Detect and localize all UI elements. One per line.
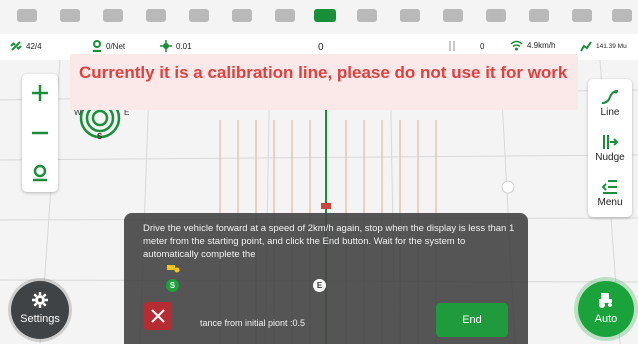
- nudge-button[interactable]: Nudge: [588, 126, 632, 170]
- led-indicator: [357, 9, 377, 22]
- satellite-icon: [10, 41, 22, 51]
- area-icon: [580, 41, 592, 52]
- led-indicator: [572, 9, 592, 22]
- accuracy-value: 0.01: [176, 41, 192, 51]
- heading-status: 0: [318, 42, 324, 53]
- zoom-out-button[interactable]: [22, 114, 58, 152]
- settings-button[interactable]: Settings: [11, 281, 69, 339]
- settings-label: Settings: [20, 313, 60, 325]
- minus-icon: [32, 131, 48, 135]
- accuracy-status: 0.01: [160, 40, 192, 52]
- menu-icon: [601, 179, 617, 194]
- plus-icon: [32, 85, 48, 101]
- speed-status: 4.9km/h: [510, 40, 555, 51]
- zoom-in-button[interactable]: [22, 74, 58, 112]
- nudge-icon: [603, 134, 619, 149]
- bars-icon: [449, 41, 455, 51]
- calibration-instruction-panel: Drive the vehicle forward at a speed of …: [124, 213, 528, 344]
- led-indicator: [529, 9, 549, 22]
- led-indicator: [443, 9, 463, 22]
- compass-south: S: [97, 132, 103, 141]
- menu-button[interactable]: Menu: [588, 171, 632, 215]
- led-indicator: [103, 9, 123, 22]
- cancel-button[interactable]: [144, 302, 172, 330]
- led-indicator: [146, 9, 166, 22]
- menu-label: Menu: [597, 196, 623, 208]
- auto-label: Auto: [594, 313, 618, 325]
- end-point-marker: E: [313, 279, 326, 292]
- tractor-icon: [599, 293, 612, 308]
- counter-status: 0: [448, 40, 484, 52]
- satellite-status: 42/4: [10, 40, 42, 52]
- end-button[interactable]: End: [436, 303, 508, 337]
- instruction-text: Drive the vehicle forward at a speed of …: [143, 223, 515, 260]
- close-icon: [151, 309, 165, 323]
- tractor-small-icon: [167, 265, 180, 273]
- led-indicator: [60, 9, 80, 22]
- led-indicator: [612, 9, 632, 22]
- crosshair-icon: [160, 40, 172, 52]
- led-indicator-active: [314, 9, 336, 22]
- auto-steer-button[interactable]: Auto: [578, 281, 634, 337]
- guidance-led-bar: [0, 0, 638, 34]
- location-pin-icon: [93, 40, 101, 52]
- speed-value: 4.9km/h: [527, 41, 556, 50]
- line-icon: [601, 89, 619, 104]
- speed-wifi-icon: [510, 40, 523, 51]
- satellite-count: 42/4: [26, 41, 42, 51]
- line-label: Line: [600, 106, 620, 118]
- led-indicator: [486, 9, 506, 22]
- heading-value: 0: [318, 42, 324, 53]
- line-button[interactable]: Line: [588, 81, 632, 125]
- calibration-warning: Currently it is a calibration line, plea…: [70, 54, 578, 110]
- network-value: 0/Net: [106, 41, 126, 51]
- warning-text: Currently it is a calibration line, plea…: [79, 63, 568, 82]
- nudge-label: Nudge: [595, 151, 625, 163]
- start-point-marker: S: [166, 279, 179, 292]
- area-status: 141.39 Mu: [580, 40, 627, 52]
- locate-icon: [33, 164, 47, 182]
- guidance-toolbar: Line Nudge Menu: [588, 79, 632, 217]
- area-value: 141.39 Mu: [596, 42, 627, 50]
- led-indicator: [232, 9, 252, 22]
- locate-button[interactable]: [22, 154, 58, 192]
- led-indicator: [400, 9, 420, 22]
- network-status: 0/Net: [92, 40, 125, 52]
- led-indicator: [275, 9, 295, 22]
- led-indicator: [189, 9, 209, 22]
- led-indicator: [17, 9, 37, 22]
- distance-readout: tance from initial piont :0.5: [200, 318, 306, 328]
- counter-value: 0: [480, 41, 485, 51]
- map-zoom-toolbar: [22, 74, 58, 192]
- gear-icon: [32, 292, 48, 308]
